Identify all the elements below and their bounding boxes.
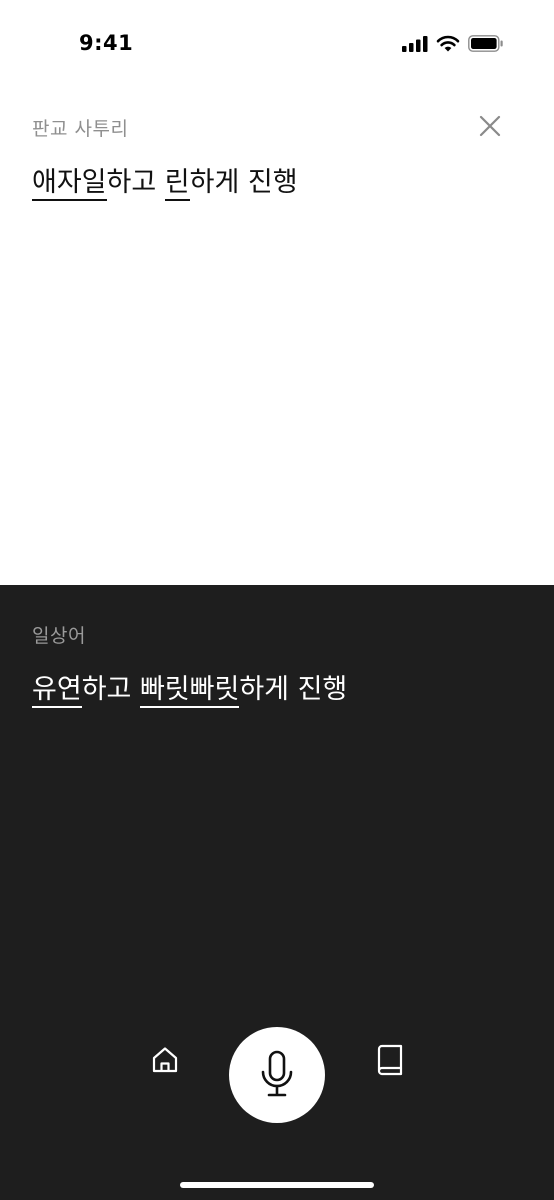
battery-icon (468, 35, 503, 52)
target-text: 하고 (81, 674, 140, 705)
source-term[interactable]: 애자일 (32, 167, 107, 201)
target-term[interactable]: 유연 (32, 674, 82, 708)
target-term[interactable]: 빠릿빠릿 (139, 674, 240, 708)
status-icons (402, 35, 504, 52)
target-language-label: 일상어 (32, 625, 86, 647)
source-text: 하게 진행 (189, 167, 298, 198)
close-icon[interactable] (478, 114, 502, 138)
home-icon[interactable] (150, 1045, 180, 1075)
target-text: 하게 진행 (239, 674, 348, 705)
status-time: 9:41 (79, 31, 134, 55)
source-text: 하고 (106, 167, 165, 198)
microphone-button[interactable] (229, 1027, 325, 1123)
cellular-signal-icon (402, 35, 428, 52)
target-sentence: 유연하고 빠릿빠릿하게 진행 (32, 672, 347, 708)
source-panel: 9:41 판교 사투리 애자일하고 린하게 진행 (0, 0, 554, 585)
wifi-icon (436, 35, 460, 52)
home-indicator[interactable] (180, 1182, 374, 1188)
source-sentence: 애자일하고 린하게 진행 (32, 165, 298, 201)
book-icon[interactable] (376, 1044, 404, 1076)
source-language-label: 판교 사투리 (32, 118, 129, 140)
microphone-icon (261, 1050, 293, 1097)
source-term[interactable]: 린 (164, 167, 190, 201)
